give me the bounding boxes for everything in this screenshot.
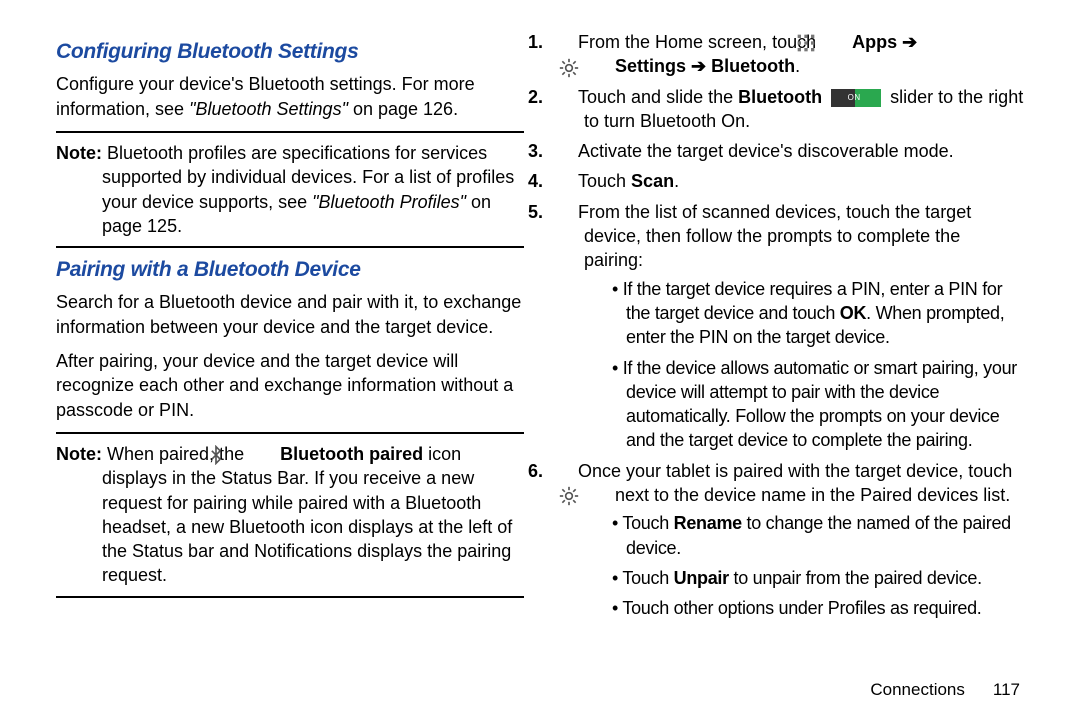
gear-icon bbox=[587, 58, 607, 78]
step-5: 5.From the list of scanned devices, touc… bbox=[556, 200, 1024, 453]
text: From the list of scanned devices, touch … bbox=[578, 202, 971, 271]
step-1: 1.From the Home screen, touch Apps ➔ Set… bbox=[556, 30, 1024, 79]
note-label: Note: bbox=[56, 444, 102, 464]
ref-bluetooth-profiles: "Bluetooth Profiles" bbox=[312, 192, 466, 212]
text: Touch bbox=[622, 513, 673, 533]
step-4: 4.Touch Scan. bbox=[556, 169, 1024, 193]
text: on page 126. bbox=[348, 99, 458, 119]
step-6: 6.Once your tablet is paired with the ta… bbox=[556, 459, 1024, 621]
bold-scan: Scan bbox=[631, 171, 674, 191]
text: When paired, the bbox=[102, 444, 249, 464]
right-column: 1.From the Home screen, touch Apps ➔ Set… bbox=[540, 30, 1040, 700]
footer-page-number: 117 bbox=[993, 680, 1020, 699]
bold-unpair: Unpair bbox=[674, 568, 729, 588]
left-column: Configuring Bluetooth Settings Configure… bbox=[40, 30, 540, 700]
text: From the Home screen, touch bbox=[578, 32, 821, 52]
text: Touch other options under Profiles as re… bbox=[622, 598, 981, 618]
para-search: Search for a Bluetooth device and pair w… bbox=[56, 290, 524, 339]
bold-bluetooth-paired: Bluetooth paired bbox=[280, 444, 423, 464]
text: . bbox=[795, 56, 800, 76]
para-after-pairing: After pairing, your device and the targe… bbox=[56, 349, 524, 422]
bold-ok: OK bbox=[840, 303, 866, 323]
bluetooth-on-switch-icon: ON bbox=[831, 89, 881, 107]
footer-section: Connections bbox=[870, 680, 965, 699]
heading-pairing: Pairing with a Bluetooth Device bbox=[56, 256, 524, 284]
rule bbox=[56, 432, 524, 434]
text: to unpair from the paired device. bbox=[729, 568, 982, 588]
text: If the device allows automatic or smart … bbox=[623, 358, 1017, 451]
rule bbox=[56, 596, 524, 598]
text: icon displays in the Status Bar. If you … bbox=[102, 444, 512, 585]
note-label: Note: bbox=[56, 143, 102, 163]
rule bbox=[56, 246, 524, 248]
manual-page: Configuring Bluetooth Settings Configure… bbox=[0, 0, 1080, 720]
bullet-pin: If the target device requires a PIN, ent… bbox=[612, 277, 1024, 350]
bullet-rename: Touch Rename to change the named of the … bbox=[612, 511, 1024, 560]
note-profiles: Note: Bluetooth profiles are specificati… bbox=[56, 141, 524, 238]
note-paired-icon: Note: When paired, the Bluetooth paired … bbox=[56, 442, 524, 588]
text: next to the device name in the Paired de… bbox=[610, 485, 1010, 505]
rule bbox=[56, 131, 524, 133]
text: . bbox=[674, 171, 679, 191]
para-intro: Configure your device's Bluetooth settin… bbox=[56, 72, 524, 121]
text: Touch and slide the bbox=[578, 87, 738, 107]
steps-list: 1.From the Home screen, touch Apps ➔ Set… bbox=[556, 30, 1024, 621]
bold-bluetooth: Bluetooth bbox=[738, 87, 822, 107]
ref-bluetooth-settings: "Bluetooth Settings" bbox=[189, 99, 348, 119]
gear-icon bbox=[587, 486, 607, 506]
bold-rename: Rename bbox=[674, 513, 742, 533]
bold-settings: Settings bbox=[615, 56, 686, 76]
apps-icon bbox=[824, 33, 844, 53]
text: Touch bbox=[578, 171, 631, 191]
text: Once your tablet is paired with the targ… bbox=[578, 461, 1012, 481]
arrow-icon: ➔ bbox=[686, 56, 711, 76]
bullet-unpair: Touch Unpair to unpair from the paired d… bbox=[612, 566, 1024, 590]
switch-on-label: ON bbox=[855, 89, 881, 107]
arrow-icon: ➔ bbox=[897, 32, 917, 52]
text: Touch bbox=[622, 568, 673, 588]
heading-configuring: Configuring Bluetooth Settings bbox=[56, 38, 524, 66]
step-2: 2.Touch and slide the Bluetooth ON slide… bbox=[556, 85, 1024, 134]
bold-bluetooth: Bluetooth bbox=[711, 56, 795, 76]
text: Activate the target device's discoverabl… bbox=[578, 141, 954, 161]
bullet-auto-pair: If the device allows automatic or smart … bbox=[612, 356, 1024, 453]
step-3: 3.Activate the target device's discovera… bbox=[556, 139, 1024, 163]
step5-bullets: If the target device requires a PIN, ent… bbox=[584, 277, 1024, 453]
bold-apps: Apps bbox=[852, 32, 897, 52]
page-footer: Connections 117 bbox=[870, 679, 1020, 702]
bluetooth-paired-icon bbox=[252, 445, 272, 465]
step6-bullets: Touch Rename to change the named of the … bbox=[584, 511, 1024, 620]
bullet-profiles: Touch other options under Profiles as re… bbox=[612, 596, 1024, 620]
